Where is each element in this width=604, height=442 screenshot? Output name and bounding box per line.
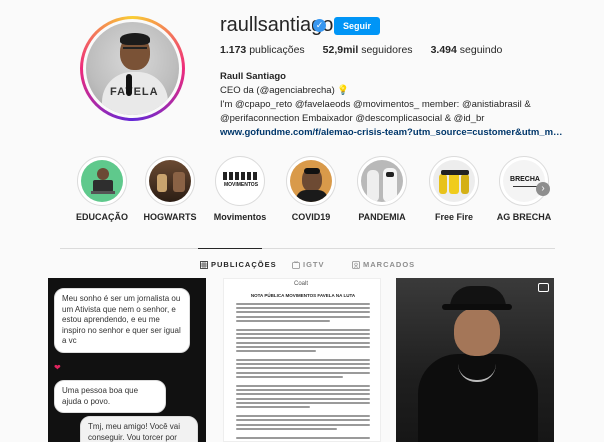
- highlight-ring: MOVIMENTOS: [215, 156, 265, 206]
- highlight-hogwarts[interactable]: HOGWARTS: [134, 156, 206, 222]
- profile-full-name: Raull Santiago: [220, 71, 286, 82]
- highlight-label: AG BRECHA: [496, 212, 552, 222]
- avatar-microphone: [126, 74, 132, 96]
- video-person-face: [454, 308, 500, 356]
- highlight-label: PANDEMIA: [358, 212, 406, 222]
- highlight-ring: [145, 156, 195, 206]
- highlight-label: COVID19: [291, 212, 331, 222]
- tab-label: MARCADOS: [363, 260, 416, 269]
- avatar-shirt-text: FAVELA: [110, 86, 159, 98]
- following-count: 3.494: [430, 44, 457, 56]
- following-label: seguindo: [459, 44, 503, 56]
- movimentos-icon: MOVIMENTOS: [219, 160, 261, 202]
- document-body: [236, 303, 370, 441]
- posts-stat: 1.173 publicações: [220, 44, 305, 56]
- highlight-pandemia[interactable]: PANDEMIA: [346, 156, 418, 222]
- highlight-ring: [429, 156, 479, 206]
- highlight-ring: [357, 156, 407, 206]
- tab-publicacoes[interactable]: PUBLICAÇÕES: [200, 260, 277, 269]
- chat-bubble-1: Meu sonho é ser um jornalista ou um Ativ…: [54, 288, 190, 353]
- profile-stats: 1.173 publicações 52,9mil seguidores 3.4…: [220, 44, 502, 56]
- tab-igtv[interactable]: IGTV: [292, 260, 325, 269]
- highlight-label: Free Fire: [434, 212, 474, 222]
- tagged-icon: [352, 260, 360, 269]
- post-thumbnail-1[interactable]: Meu sonho é ser um jornalista ou um Ativ…: [48, 278, 206, 442]
- following-stat[interactable]: 3.494 seguindo: [431, 44, 503, 56]
- posts-label: publicações: [249, 44, 305, 56]
- follow-button[interactable]: Seguir: [334, 17, 381, 35]
- active-tab-indicator: [198, 248, 262, 249]
- igtv-video-icon: [538, 283, 549, 292]
- avatar-photo: FAVELA: [86, 22, 179, 115]
- avatar-frame: FAVELA: [83, 19, 182, 118]
- chat-bubble-3: Tmj, meu amigo! Você vai conseguir. Vou …: [80, 416, 198, 442]
- verified-badge-icon: ✓: [313, 19, 326, 32]
- document-logo: Coalt: [294, 281, 309, 287]
- followers-label: seguidores: [361, 44, 413, 56]
- posts-count: 1.173: [220, 44, 247, 56]
- highlight-educacao[interactable]: EDUCAÇÃO: [66, 156, 138, 222]
- education-icon: [81, 160, 123, 202]
- movimentos-logo-text: MOVIMENTOS: [223, 182, 259, 188]
- grid-icon: [200, 260, 208, 269]
- covid-icon: [290, 160, 332, 202]
- video-person-cap-brim: [442, 304, 512, 310]
- highlight-covid19[interactable]: COVID19: [275, 156, 347, 222]
- avatar-glasses: [123, 47, 147, 53]
- tab-label: PUBLICAÇÕES: [211, 260, 277, 269]
- igtv-icon: [292, 260, 300, 269]
- tabs-divider: [60, 248, 555, 249]
- highlight-label: EDUCAÇÃO: [75, 212, 128, 222]
- profile-bio: Raull Santiago CEO da (@agenciabrecha) 💡…: [220, 70, 570, 140]
- heart-icon: ❤: [54, 363, 61, 372]
- followers-stat[interactable]: 52,9mil seguidores: [323, 44, 413, 56]
- post-thumbnail-3[interactable]: [396, 278, 554, 442]
- highlight-ring: BRECHA: [499, 156, 549, 206]
- highlight-label: HOGWARTS: [143, 212, 197, 222]
- bio-line-1: CEO da (@agenciabrecha) 💡: [220, 85, 350, 96]
- tab-marcados[interactable]: MARCADOS: [352, 260, 415, 269]
- highlight-label: Movimentos: [213, 212, 267, 222]
- avatar-hair: [120, 33, 150, 45]
- tab-label: IGTV: [303, 260, 325, 269]
- highlight-ring: [77, 156, 127, 206]
- pandemia-icon: [361, 160, 403, 202]
- profile-avatar[interactable]: FAVELA: [80, 16, 185, 121]
- hogwarts-icon: [149, 160, 191, 202]
- post-thumbnail-2[interactable]: Coalt NOTA PÚBLICA MOVIMENTOS FAVELA NA …: [223, 278, 381, 442]
- highlight-free-fire[interactable]: Free Fire: [418, 156, 490, 222]
- bio-line-2: I'm @cpapo_reto @favelaeods @movimentos_…: [220, 99, 531, 110]
- bio-link[interactable]: www.gofundme.com/f/alemao-crisis-team?ut…: [220, 126, 565, 140]
- followers-count: 52,9mil: [322, 44, 359, 56]
- highlight-ring: [286, 156, 336, 206]
- free-fire-icon: [433, 160, 475, 202]
- bio-line-3: @perifaconnection Embaixador @descomplic…: [220, 113, 485, 124]
- document-title: NOTA PÚBLICA MOVIMENTOS FAVELA NA LUTA: [250, 293, 356, 298]
- story-highlights: EDUCAÇÃO HOGWARTS MOVIMENTOS Movimentos: [66, 156, 566, 226]
- chevron-right-icon[interactable]: ›: [536, 182, 550, 196]
- ag-brecha-icon: BRECHA: [503, 160, 545, 202]
- highlight-movimentos[interactable]: MOVIMENTOS Movimentos: [204, 156, 276, 222]
- chat-bubble-2: Uma pessoa boa que ajuda o povo.: [54, 380, 166, 413]
